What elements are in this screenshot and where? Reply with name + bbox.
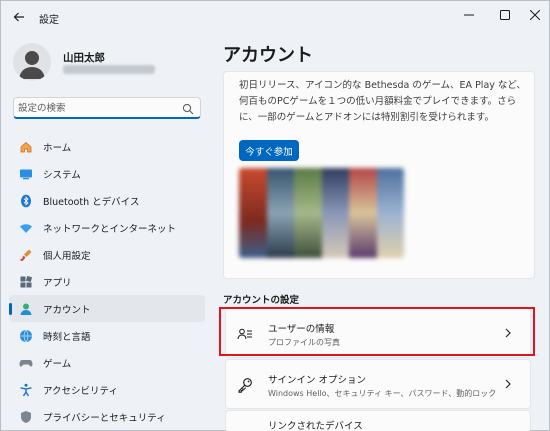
maximize-icon (500, 10, 510, 20)
brush-icon (19, 248, 33, 262)
sidebar-item-label: システム (43, 169, 81, 181)
row-title: ユーザーの情報 (268, 324, 335, 335)
sidebar-item-time-language[interactable]: 時刻と言語 (9, 322, 205, 349)
page-title: アカウント (223, 45, 313, 66)
sidebar-item-apps[interactable]: アプリ (9, 268, 205, 295)
join-now-button[interactable]: 今すぐ参加 (239, 140, 299, 161)
search-icon (182, 103, 194, 115)
account-icon (19, 302, 33, 316)
avatar (13, 43, 51, 81)
sidebar-item-label: アクセシビリティ (43, 385, 118, 397)
row-subtitle: Windows Hello、セキュリティ キー、パスワード、動的ロック (268, 389, 497, 398)
sidebar-item-label: アプリ (43, 277, 72, 289)
promo-text: 初日リリース、アイコン的な Bethesda のゲーム、EA Play など、何… (239, 80, 526, 123)
promo-game-artwork (239, 168, 404, 258)
row-title: サインイン オプション (268, 375, 367, 386)
sidebar-item-label: アカウント (43, 304, 91, 316)
shield-icon (19, 410, 33, 424)
minimize-button[interactable] (449, 1, 489, 29)
close-button[interactable] (515, 1, 550, 29)
game-pass-promo-card: 初日リリース、アイコン的な Bethesda のゲーム、EA Play など、何… (223, 71, 535, 279)
row-title: リンクされたデバイス (268, 421, 363, 431)
sidebar-item-label: Bluetooth とデバイス (43, 196, 140, 208)
system-icon (19, 167, 33, 181)
row-sign-in-options[interactable]: サインイン オプション Windows Hello、セキュリティ キー、パスワー… (225, 359, 531, 409)
section-title-account-settings: アカウントの設定 (223, 295, 300, 306)
bluetooth-icon (19, 194, 33, 208)
user-name: 山田太郎 (63, 52, 105, 64)
row-user-info[interactable]: ユーザーの情報 プロファイルの写真 (225, 308, 531, 358)
settings-search[interactable] (13, 97, 201, 119)
sidebar-item-home[interactable]: ホーム (9, 133, 205, 160)
apps-icon (19, 275, 33, 289)
sidebar-item-personalization[interactable]: 個人用設定 (9, 241, 205, 268)
sidebar-item-network[interactable]: ネットワークとインターネット (9, 214, 205, 241)
home-icon (19, 140, 33, 154)
app-title: 設定 (39, 15, 59, 26)
user-info-icon (237, 326, 253, 342)
accessibility-icon (19, 383, 33, 397)
globe-icon (19, 329, 33, 343)
sidebar-item-system[interactable]: システム (9, 160, 205, 187)
sidebar-item-accounts[interactable]: アカウント (9, 295, 205, 322)
active-indicator (9, 303, 12, 315)
sidebar-item-accessibility[interactable]: アクセシビリティ (9, 376, 205, 403)
user-profile[interactable]: 山田太郎 (13, 43, 203, 83)
back-button[interactable] (9, 7, 29, 27)
gamepad-icon (19, 356, 33, 370)
row-linked-devices[interactable]: リンクされたデバイス (225, 410, 531, 431)
avatar-person-icon (19, 51, 45, 79)
sidebar-item-bluetooth[interactable]: Bluetooth とデバイス (9, 187, 205, 214)
minimize-icon (464, 14, 474, 16)
search-input[interactable] (18, 100, 178, 116)
title-bar: 設定 (1, 1, 549, 33)
sidebar-item-label: プライバシーとセキュリティ (43, 412, 166, 424)
sidebar-nav: ホーム システム Bluetooth とデバイス ネットワークとインターネット … (9, 133, 205, 430)
chevron-right-icon (502, 327, 514, 339)
wifi-icon (19, 221, 33, 235)
sidebar-item-label: 時刻と言語 (43, 331, 91, 343)
sidebar-item-label: ネットワークとインターネット (43, 223, 177, 235)
chevron-right-icon (502, 378, 514, 390)
back-arrow-icon (13, 12, 24, 22)
user-email-blurred (63, 65, 155, 74)
sidebar-item-label: 個人用設定 (43, 250, 91, 262)
close-icon (530, 10, 540, 20)
row-subtitle: プロファイルの写真 (268, 338, 340, 347)
sidebar-item-gaming[interactable]: ゲーム (9, 349, 205, 376)
key-icon (237, 377, 253, 393)
sidebar-item-label: ホーム (43, 142, 72, 154)
sidebar-item-label: ゲーム (43, 358, 72, 370)
settings-window: 設定 山田太郎 設定の検索 ホーム システム Bluetooth とデバイス ネ… (0, 0, 550, 431)
sidebar-item-privacy[interactable]: プライバシーとセキュリティ (9, 403, 205, 430)
